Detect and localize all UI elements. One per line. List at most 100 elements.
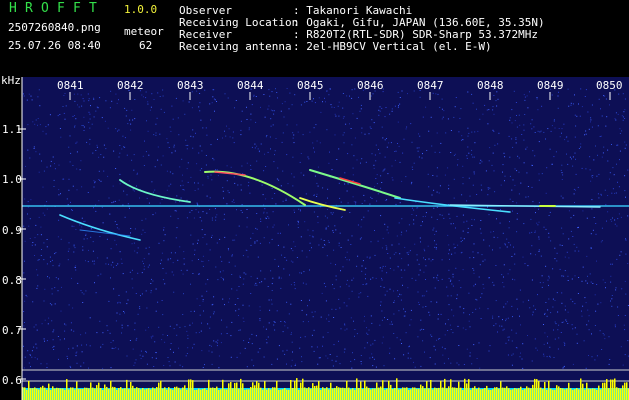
baseline-peak <box>48 383 50 400</box>
baseline-peak <box>98 382 100 400</box>
baseline-peak <box>260 387 262 400</box>
baseline-peak <box>254 385 256 400</box>
baseline-peak <box>538 381 540 400</box>
y-tick-label: 1.0 <box>2 173 22 186</box>
baseline-peak <box>382 380 384 400</box>
baseline-peak <box>366 386 368 400</box>
baseline-peak <box>572 389 574 400</box>
baseline-peak <box>290 380 292 400</box>
baseline-peak <box>344 388 346 400</box>
baseline-peak <box>140 389 142 400</box>
baseline-peak <box>154 388 156 400</box>
baseline-peak <box>312 383 314 400</box>
baseline-peak <box>242 383 244 400</box>
baseline-peak <box>512 389 514 400</box>
baseline-peak <box>412 387 414 400</box>
baseline-peak <box>558 386 560 400</box>
baseline-peak <box>232 388 234 400</box>
baseline-peak <box>208 379 210 400</box>
baseline-peak <box>476 389 478 400</box>
title-letter: O <box>41 1 49 16</box>
baseline-peak <box>188 379 190 400</box>
baseline-peak <box>26 389 28 400</box>
baseline-peak <box>368 387 370 400</box>
baseline-peak <box>150 389 152 400</box>
baseline-peak <box>176 386 178 400</box>
baseline-peak <box>516 388 518 400</box>
baseline-peak <box>328 389 330 400</box>
baseline-peak <box>444 378 446 400</box>
x-tick-label: 0849 <box>537 79 564 92</box>
baseline-peak <box>336 386 338 400</box>
baseline-peak <box>118 388 120 400</box>
baseline-peak <box>594 388 596 400</box>
baseline-peak <box>138 388 140 400</box>
baseline-peak <box>426 381 428 400</box>
baseline-peak <box>178 387 180 400</box>
baseline-peak <box>408 389 410 400</box>
baseline-peak <box>554 389 556 400</box>
baseline-peak <box>210 387 212 400</box>
baseline-peak <box>224 389 226 400</box>
baseline-peak <box>540 387 542 400</box>
x-tick-label: 0844 <box>237 79 264 92</box>
baseline-peak <box>480 389 482 400</box>
baseline-peak <box>356 378 358 400</box>
baseline-peak <box>142 388 144 400</box>
baseline-peak <box>216 386 218 400</box>
baseline-peak <box>80 388 82 400</box>
baseline-peak <box>528 387 530 400</box>
baseline-peak <box>404 387 406 400</box>
baseline-peak <box>388 380 390 400</box>
baseline-peak <box>434 387 436 400</box>
app-version: 1.0.0 <box>124 3 158 16</box>
baseline-peak <box>64 389 66 400</box>
baseline-peak <box>28 381 30 400</box>
baseline-peak <box>84 387 86 400</box>
baseline-peak <box>446 388 448 400</box>
baseline-peak <box>548 380 550 400</box>
spectrogram-background <box>22 77 629 400</box>
baseline-peak <box>192 380 194 400</box>
baseline-peak <box>472 387 474 400</box>
baseline-peak <box>498 388 500 400</box>
baseline-peak <box>450 379 452 400</box>
baseline-peak <box>418 388 420 400</box>
baseline-peak <box>432 389 434 400</box>
baseline-peak <box>32 388 34 400</box>
baseline-peak <box>310 388 312 400</box>
info-key-antenna: Receiving antenna <box>179 40 292 53</box>
baseline-peak <box>598 385 600 400</box>
baseline-peak <box>248 389 250 400</box>
baseline-peak <box>394 388 396 400</box>
baseline-peak <box>544 382 546 400</box>
baseline-peak <box>156 387 158 400</box>
baseline-peak <box>166 389 168 400</box>
baseline-peak <box>58 388 60 400</box>
baseline-peak <box>596 389 598 400</box>
baseline-peak <box>302 378 304 400</box>
baseline-peak <box>474 386 476 400</box>
baseline-peak <box>132 385 134 400</box>
baseline-peak <box>170 388 172 400</box>
baseline-peak <box>338 387 340 400</box>
baseline-peak <box>358 388 360 400</box>
baseline-peak <box>286 389 288 400</box>
baseline-peak <box>78 389 80 400</box>
baseline-peak <box>500 381 502 400</box>
baseline-peak <box>168 387 170 400</box>
baseline-peak <box>392 389 394 400</box>
baseline-peak <box>514 388 516 400</box>
baseline-peak <box>536 379 538 400</box>
baseline-peak <box>448 386 450 400</box>
baseline-peak <box>458 381 460 400</box>
baseline-peak <box>488 389 490 400</box>
baseline-peak <box>284 388 286 400</box>
baseline-peak <box>70 387 72 400</box>
baseline-peak <box>532 384 534 400</box>
baseline-peak <box>580 378 582 400</box>
baseline-peak <box>56 387 58 400</box>
baseline-peak <box>60 388 62 400</box>
filename: 2507260840.png <box>8 21 101 34</box>
title-letter: T <box>89 1 97 16</box>
